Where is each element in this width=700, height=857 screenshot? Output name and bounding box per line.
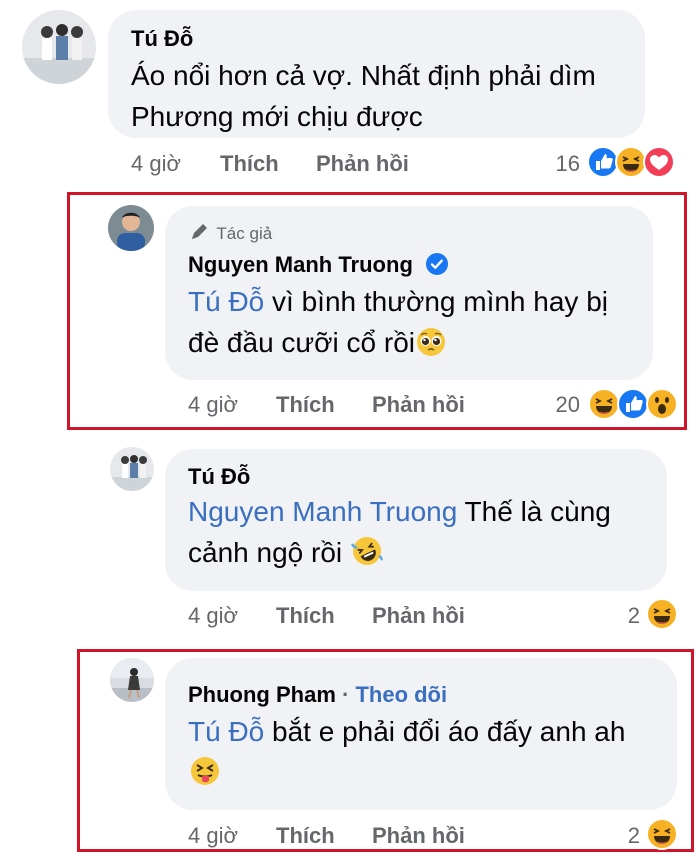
comment-author[interactable]: Nguyen Manh Truong [188,252,449,278]
comment-author[interactable]: Phuong Pham [188,682,336,707]
comment-time[interactable]: 4 giờ [131,151,181,177]
pleading-face-icon [417,328,445,356]
comment-text-part: cảnh ngộ rồi [188,537,350,568]
comment-author[interactable]: Tú Đỗ [131,26,193,52]
like-button[interactable]: Thích [276,392,335,418]
reply-label: Phản hồi [372,823,465,848]
reaction-count[interactable]: 20 [540,392,580,418]
like-label: Thích [276,603,335,628]
author-badge-label: Tác giả [216,224,273,243]
reply-label: Phản hồi [372,603,465,628]
avatar-photo-icon [110,447,154,491]
verified-badge-icon [426,253,449,275]
avatar-photo-icon [110,658,154,702]
avatar[interactable] [22,10,96,84]
author-name: Nguyen Manh Truong [188,252,413,277]
wow-icon [646,388,678,420]
like-button[interactable]: Thích [276,603,335,629]
reply-button[interactable]: Phản hồi [372,603,465,629]
comment-text-part: Thế là cùng [457,496,611,527]
comment-time[interactable]: 4 giờ [188,392,238,418]
comment-author-row: Phuong Pham · Theo dõi [188,682,447,708]
comment-text-part: bắt e phải đổi áo đấy anh ah [264,716,626,747]
rolling-laughing-icon [350,537,383,565]
comment-text: Nguyen Manh Truong Thế là cùng cảnh ngộ … [188,491,611,573]
avatar[interactable] [110,658,154,702]
follow-link[interactable]: Theo dõi [355,682,447,707]
reply-button[interactable]: Phản hồi [316,151,409,177]
comment-text: Áo nổi hơn cả vợ. Nhất định phải dìm Phư… [131,55,596,137]
comment-text-line: Phương mới chịu được [131,101,423,132]
haha-icon [646,598,678,630]
avatar[interactable] [108,205,154,251]
mention-link[interactable]: Nguyen Manh Truong [188,496,457,527]
reply-button[interactable]: Phản hồi [372,392,465,418]
mention-link[interactable]: Tú Đỗ [188,286,264,317]
author-badge: Tác giả [188,223,272,244]
avatar-photo-icon [22,10,96,84]
avatar-photo-icon [108,205,154,251]
reaction-count[interactable]: 16 [540,151,580,177]
like-icon [617,388,649,420]
comment-text: Tú Đỗ vì bình thường mình hay bị đè đầu … [188,281,608,363]
avatar[interactable] [110,447,154,491]
pencil-icon [192,224,207,239]
reply-button[interactable]: Phản hồi [372,823,465,849]
mention-link[interactable]: Tú Đỗ [188,716,264,747]
tongue-squint-icon [191,757,219,785]
reaction-count[interactable]: 2 [600,603,640,629]
like-label: Thích [220,151,279,176]
comment-author[interactable]: Tú Đỗ [188,464,250,490]
reply-label: Phản hồi [372,392,465,417]
love-icon [643,146,675,178]
like-button[interactable]: Thích [276,823,335,849]
haha-icon [646,818,678,850]
comment-text: Tú Đỗ bắt e phải đổi áo đấy anh ah [188,711,625,793]
comment-time[interactable]: 4 giờ [188,603,238,629]
separator-dot: · [335,682,356,707]
comment-text-line: Áo nổi hơn cả vợ. Nhất định phải dìm [131,60,596,91]
reply-label: Phản hồi [316,151,409,176]
like-label: Thích [276,392,335,417]
comment-time[interactable]: 4 giờ [188,823,238,849]
comment-text-part: đè đầu cưỡi cổ rồi [188,327,415,358]
haha-icon [588,388,620,420]
reaction-count[interactable]: 2 [600,823,640,849]
like-label: Thích [276,823,335,848]
like-button[interactable]: Thích [220,151,279,177]
comment-text-part: vì bình thường mình hay bị [264,286,608,317]
